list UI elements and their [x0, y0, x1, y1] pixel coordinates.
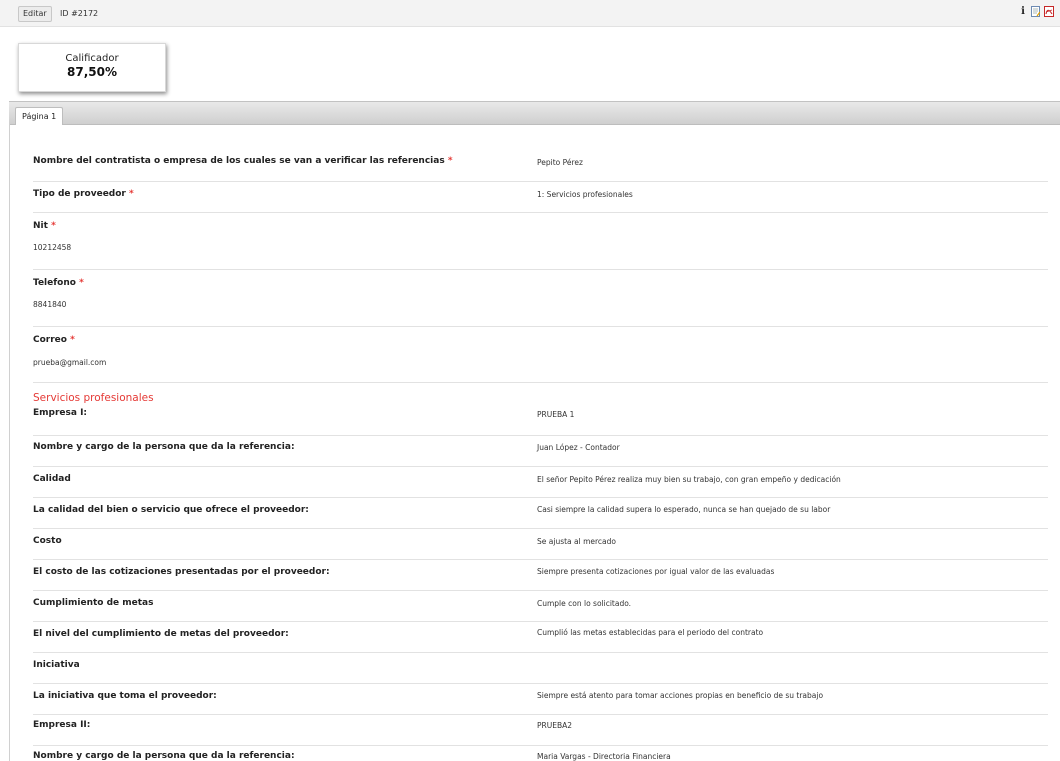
field-value: Pepito Pérez — [537, 158, 583, 167]
field-value: PRUEBA2 — [537, 721, 573, 730]
field-empresa-2: Empresa II: PRUEBA2 — [33, 714, 1048, 746]
field-iniciativa-proveedor: La iniciativa que toma el proveedor: Sie… — [33, 683, 1048, 715]
field-label: El costo de las cotizaciones presentadas… — [33, 567, 330, 577]
required-mark: * — [447, 156, 453, 166]
field-label: Tipo de proveedor — [33, 189, 126, 199]
pdf-icon[interactable] — [1044, 6, 1054, 17]
field-label: Empresa I: — [33, 408, 88, 418]
field-label: Cumplimiento de metas — [33, 598, 154, 608]
edit-document-icon[interactable] — [1031, 6, 1040, 17]
score-value: 87,50% — [67, 65, 117, 79]
field-tipo-proveedor: Tipo de proveedor * 1: Servicios profesi… — [33, 181, 1048, 213]
field-label: Nombre del contratista o empresa de los … — [33, 156, 445, 166]
field-nit: Nit * 10212458 — [33, 212, 1048, 270]
field-value: Maria Vargas - Directoria Financiera — [537, 752, 671, 761]
field-cumplimiento: Cumplimiento de metas Cumple con lo soli… — [33, 590, 1048, 622]
field-label: Calidad — [33, 474, 71, 484]
field-value: 10212458 — [33, 243, 72, 252]
field-value: Cumple con lo solicitado. — [537, 599, 632, 608]
record-id: ID #2172 — [60, 9, 99, 18]
tab-pagina-1[interactable]: Página 1 — [15, 107, 64, 125]
required-mark: * — [70, 335, 75, 345]
field-correo: Correo * prueba@gmail.com — [33, 326, 1048, 383]
field-value: Siempre presenta cotizaciones por igual … — [537, 567, 775, 576]
info-icon[interactable]: i — [1019, 6, 1027, 17]
field-label: El nivel del cumplimiento de metas del p… — [33, 629, 289, 639]
field-referencia-2: Nombre y cargo de la persona que da la r… — [33, 745, 1048, 761]
field-value: PRUEBA 1 — [537, 410, 575, 419]
required-mark: * — [129, 189, 134, 199]
tab-strip: Página 1 — [9, 101, 1060, 125]
field-label: Empresa II: — [33, 720, 91, 730]
field-label: Nombre y cargo de la persona que da la r… — [33, 442, 295, 452]
field-label: La calidad del bien o servicio que ofrec… — [33, 505, 309, 515]
field-value: 8841840 — [33, 300, 67, 309]
field-telefono: Telefono * 8841840 — [33, 269, 1048, 327]
field-referencia-1: Nombre y cargo de la persona que da la r… — [33, 435, 1048, 467]
edit-button[interactable]: Editar — [18, 6, 52, 22]
field-value: Cumplió las metas establecidas para el p… — [537, 628, 764, 637]
score-label: Calificador — [65, 53, 119, 64]
field-label: Iniciativa — [33, 660, 80, 670]
field-label: Nombre y cargo de la persona que da la r… — [33, 751, 295, 761]
field-value: prueba@gmail.com — [33, 358, 107, 367]
toolbar-icons: i — [1019, 6, 1054, 17]
section-title: Servicios profesionales — [33, 392, 154, 404]
required-mark: * — [51, 221, 56, 231]
field-label: Telefono — [33, 278, 76, 288]
field-value: 1: Servicios profesionales — [537, 190, 633, 199]
top-toolbar: Editar ID #2172 i — [0, 0, 1060, 27]
field-value: Juan López - Contador — [537, 443, 620, 452]
field-value: El señor Pepito Pérez realiza muy bien s… — [537, 475, 841, 484]
field-label: Costo — [33, 536, 62, 546]
field-label: La iniciativa que toma el proveedor: — [33, 691, 217, 701]
required-mark: * — [79, 278, 84, 288]
field-calidad: Calidad El señor Pepito Pérez realiza mu… — [33, 466, 1048, 498]
field-contratista: Nombre del contratista o empresa de los … — [33, 150, 1048, 182]
field-costo-cotizaciones: El costo de las cotizaciones presentadas… — [33, 559, 1048, 591]
field-calidad-bien: La calidad del bien o servicio que ofrec… — [33, 497, 1048, 529]
field-iniciativa: Iniciativa — [33, 652, 1048, 684]
field-label: Nit — [33, 221, 48, 231]
content-left-border — [9, 123, 10, 761]
field-label: Correo — [33, 335, 67, 345]
field-value: Se ajusta al mercado — [537, 537, 616, 546]
field-value: Casi siempre la calidad supera lo espera… — [537, 505, 831, 514]
field-empresa-1: Empresa I: PRUEBA 1 — [33, 405, 1048, 436]
field-nivel-cumplimiento: El nivel del cumplimiento de metas del p… — [33, 621, 1048, 653]
field-costo: Costo Se ajusta al mercado — [33, 528, 1048, 560]
field-value: Siempre está atento para tomar acciones … — [537, 691, 824, 700]
score-card: Calificador 87,50% — [18, 43, 166, 92]
